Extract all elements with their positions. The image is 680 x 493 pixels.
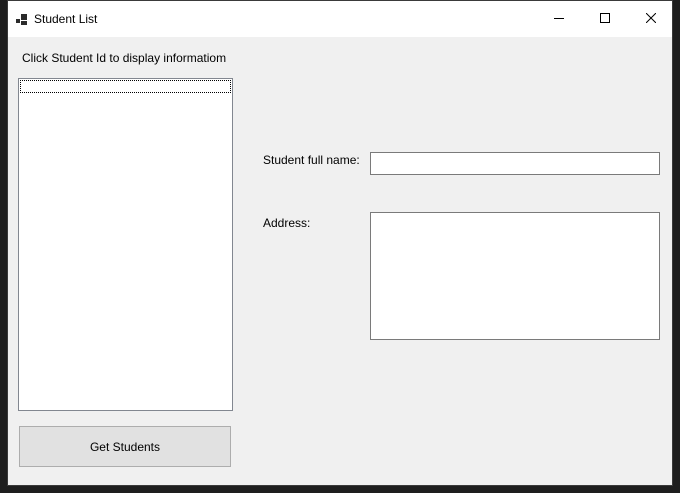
winforms-app-icon [16, 13, 28, 25]
student-id-listbox[interactable] [18, 78, 233, 411]
student-list-window: Student List Click Student Id to display… [7, 0, 673, 486]
title-bar[interactable]: Student List [8, 1, 672, 37]
maximize-icon [600, 10, 610, 28]
close-button[interactable] [628, 1, 674, 37]
close-icon [645, 10, 657, 28]
full-name-textbox[interactable] [370, 152, 660, 175]
listbox-focus-rectangle [20, 80, 231, 93]
full-name-label: Student full name: [263, 153, 360, 167]
minimize-button[interactable] [536, 1, 582, 37]
maximize-button[interactable] [582, 1, 628, 37]
minimize-icon [554, 10, 564, 28]
window-title: Student List [34, 12, 98, 26]
address-textbox[interactable] [370, 212, 660, 340]
instruction-label: Click Student Id to display informatiom [22, 51, 227, 65]
get-students-button[interactable]: Get Students [19, 426, 231, 467]
address-label: Address: [263, 216, 311, 230]
